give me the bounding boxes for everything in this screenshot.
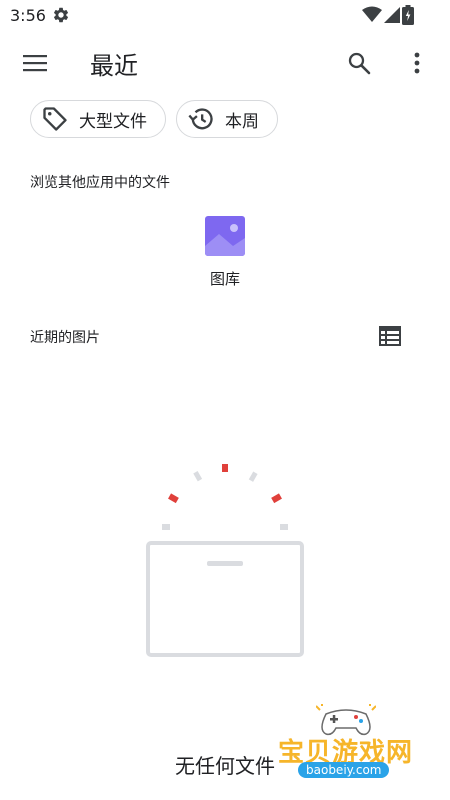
chip-this-week[interactable]: 本周 [176, 100, 278, 138]
chip-large-files-label: 大型文件 [79, 111, 147, 132]
watermark-url: baobeiy.com [298, 762, 390, 778]
battery-icon [402, 5, 414, 25]
chip-this-week-label: 本周 [225, 111, 259, 132]
chip-large-files[interactable]: 大型文件 [30, 100, 166, 138]
gallery-label: 图库 [209, 270, 240, 288]
filter-chips: 大型文件 本周 [30, 100, 278, 138]
status-bar: 3:56 [0, 0, 450, 32]
settings-icon [53, 7, 69, 23]
search-button[interactable] [338, 42, 380, 84]
menu-icon [23, 55, 47, 72]
list-view-icon [379, 326, 401, 346]
app-bar: 最近 [0, 32, 450, 92]
watermark-logo: 宝贝游戏网 baobeiy.com [276, 704, 436, 790]
empty-tray-icon [146, 464, 304, 657]
more-options-button[interactable] [396, 42, 438, 84]
list-view-toggle[interactable] [372, 320, 408, 352]
status-icons [362, 5, 414, 25]
wifi-icon [362, 6, 382, 22]
signal-icon [384, 7, 400, 23]
status-time: 3:56 [10, 6, 46, 25]
history-icon [188, 108, 213, 130]
gallery-icon [205, 216, 245, 256]
gallery-app-tile[interactable]: 图库 [195, 212, 255, 289]
page-title: 最近 [90, 52, 138, 80]
empty-state-text: 无任何文件 [175, 754, 275, 778]
menu-button[interactable] [14, 42, 56, 84]
browse-apps-heading: 浏览其他应用中的文件 [30, 175, 170, 191]
tag-icon [43, 107, 67, 131]
more-vert-icon [414, 52, 420, 74]
search-icon [348, 52, 371, 75]
recent-images-heading: 近期的图片 [30, 330, 100, 346]
